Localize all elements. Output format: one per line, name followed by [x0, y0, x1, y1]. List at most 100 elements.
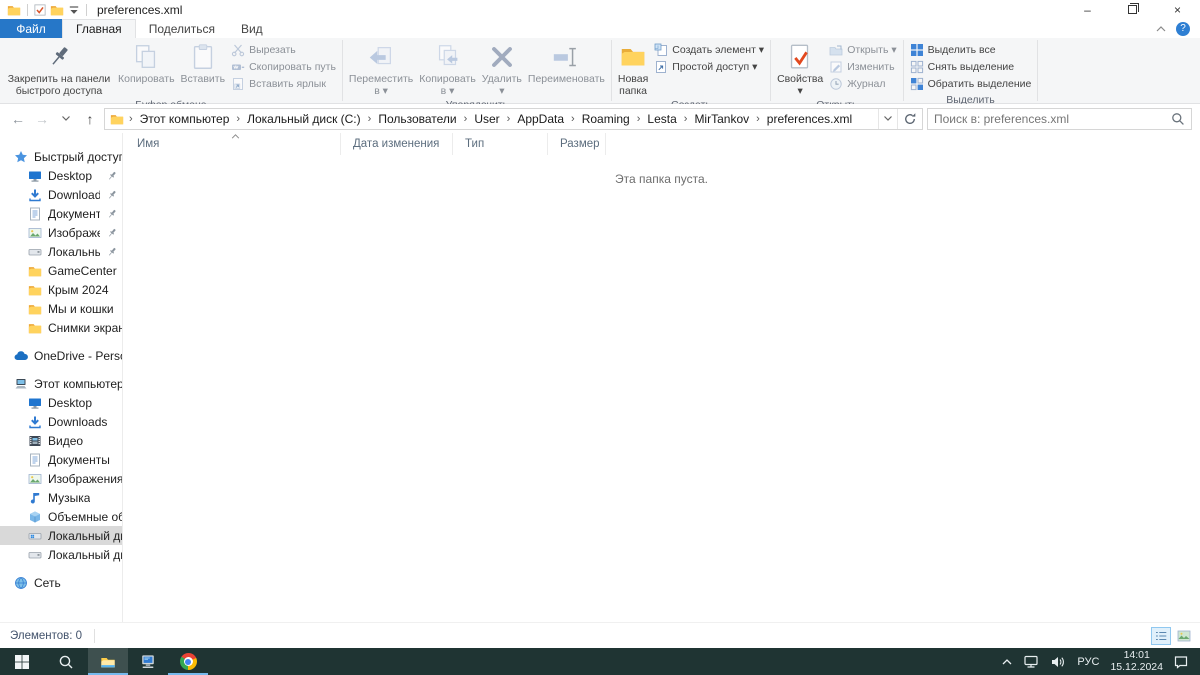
- close-button[interactable]: ×: [1155, 0, 1200, 19]
- ribbon-button-paste[interactable]: Вставить: [178, 41, 229, 87]
- ribbon-button-history[interactable]: Журнал: [829, 77, 896, 91]
- forward-button[interactable]: →: [30, 111, 54, 127]
- taskbar-search-button[interactable]: [44, 648, 88, 675]
- search-input[interactable]: [934, 111, 1171, 126]
- breadcrumb-item[interactable]: User: [472, 112, 501, 126]
- ribbon-button-newitem[interactable]: Создать элемент ▾: [654, 43, 764, 57]
- sidebar-item-Локальный диск (E:)[interactable]: Локальный диск (E:): [0, 545, 122, 564]
- breadcrumb-item[interactable]: Пользователи: [376, 112, 458, 126]
- ribbon-button-copy[interactable]: Копировать: [115, 41, 178, 87]
- sidebar-item-Документы[interactable]: Документы: [0, 450, 122, 469]
- column-header-label: Имя: [137, 138, 160, 150]
- refresh-icon[interactable]: [897, 108, 922, 129]
- sidebar-item-GameCenter[interactable]: GameCenter: [0, 261, 122, 280]
- ribbon-button-easyaccess[interactable]: Простой доступ ▾: [654, 60, 764, 74]
- ribbon-button-shortcut[interactable]: Вставить ярлык: [231, 77, 336, 91]
- qat-newfolder-button[interactable]: [48, 3, 66, 17]
- taskbar-gamecenter-button[interactable]: [128, 648, 168, 675]
- collapse-ribbon-icon[interactable]: [1156, 25, 1166, 32]
- sidebar-section-Этот компьютер[interactable]: Этот компьютер: [0, 374, 122, 393]
- sidebar-item-Downloads[interactable]: Downloads: [0, 185, 122, 204]
- column-header-3[interactable]: Размер: [548, 133, 606, 155]
- ribbon-button-delete[interactable]: Удалить ▾: [479, 41, 525, 98]
- address-box[interactable]: › Этот компьютер › Локальный диск (C:) › Поль…: [104, 107, 923, 130]
- system-tray: РУС 14:01 15.12.2024: [1002, 648, 1200, 675]
- sidebar-item-label: Объемные объекты: [48, 509, 122, 524]
- taskbar-start-button[interactable]: [0, 648, 44, 675]
- ribbon-button-label: Новая папка: [617, 73, 649, 97]
- taskbar-explorer-button[interactable]: [88, 648, 128, 675]
- address-dropdown-icon[interactable]: [878, 108, 897, 129]
- doc-icon: [28, 453, 42, 467]
- sidebar-item-Локальный диск (C:)[interactable]: Локальный диск (C:): [0, 242, 122, 261]
- sidebar-item-Снимки экрана[interactable]: Снимки экрана: [0, 318, 122, 337]
- breadcrumb-chevron-icon: ›: [506, 112, 511, 125]
- show-hidden-icons-icon[interactable]: [1002, 658, 1012, 665]
- taskbar-chrome-button[interactable]: [168, 648, 208, 675]
- tab-home[interactable]: Главная: [62, 19, 136, 38]
- sidebar-section-Быстрый доступ[interactable]: Быстрый доступ: [0, 147, 122, 166]
- sidebar-item-Изображения[interactable]: Изображения: [0, 223, 122, 242]
- ribbon-button-select-none[interactable]: Снять выделение: [910, 60, 1032, 74]
- clock[interactable]: 14:01 15.12.2024: [1110, 649, 1163, 673]
- column-header-0[interactable]: Имя: [135, 133, 341, 155]
- sidebar-item-Desktop[interactable]: Desktop: [0, 166, 122, 185]
- content-area: Быстрый доступ Desktop Downloads Документы И…: [0, 133, 1200, 622]
- sidebar-item-Desktop[interactable]: Desktop: [0, 393, 122, 412]
- ribbon-button-copyto[interactable]: Копировать в ▾: [416, 41, 479, 98]
- network-icon[interactable]: [1023, 654, 1039, 670]
- sidebar-item-Объемные объекты[interactable]: Объемные объекты: [0, 507, 122, 526]
- sidebar-item-Музыка[interactable]: Музыка: [0, 488, 122, 507]
- ribbon-button-select-invert[interactable]: Обратить выделение: [910, 77, 1031, 91]
- breadcrumb-item[interactable]: Локальный диск (C:): [245, 112, 363, 126]
- ribbon-button-edit[interactable]: Изменить: [829, 60, 896, 74]
- sidebar-item-Видео[interactable]: Видео: [0, 431, 122, 450]
- sidebar-item-Мы и кошки[interactable]: Мы и кошки: [0, 299, 122, 318]
- column-header-2[interactable]: Тип: [453, 133, 548, 155]
- up-button[interactable]: ↑: [78, 111, 102, 127]
- sidebar-item-Локальный диск (C:)[interactable]: Локальный диск (C:): [0, 526, 122, 545]
- restore-button[interactable]: [1110, 0, 1155, 19]
- copy-icon: [131, 42, 161, 72]
- tab-file[interactable]: Файл: [0, 19, 62, 38]
- breadcrumb-item[interactable]: Этот компьютер: [138, 112, 232, 126]
- breadcrumb-item[interactable]: Roaming: [580, 112, 632, 126]
- ribbon-button-pin[interactable]: Закрепить на панели быстрого доступа: [3, 41, 115, 98]
- ribbon-button-move[interactable]: Переместить в ▾: [346, 41, 416, 98]
- thumbnails-view-button[interactable]: [1174, 627, 1194, 645]
- sidebar-item-Крым 2024[interactable]: Крым 2024: [0, 280, 122, 299]
- breadcrumb-item[interactable]: preferences.xml: [765, 112, 854, 126]
- back-button[interactable]: ←: [6, 111, 30, 127]
- breadcrumb-item[interactable]: Lesta: [645, 112, 678, 126]
- breadcrumb-item[interactable]: MirTankov: [692, 112, 751, 126]
- tab-share[interactable]: Поделиться: [136, 19, 228, 38]
- breadcrumb-item[interactable]: AppData: [515, 112, 566, 126]
- sidebar-item-Downloads[interactable]: Downloads: [0, 412, 122, 431]
- minimize-button[interactable]: –: [1065, 0, 1110, 19]
- sidebar-item-Изображения[interactable]: Изображения: [0, 469, 122, 488]
- recent-locations-icon[interactable]: [54, 116, 78, 121]
- qat-customize-button[interactable]: [66, 4, 82, 16]
- ribbon-button-newfolder[interactable]: Новая папка: [615, 41, 651, 98]
- cut-icon: [231, 43, 245, 57]
- ribbon-button-open[interactable]: Открыть ▾: [829, 43, 897, 57]
- pin-icon: [106, 189, 118, 201]
- ribbon-button-rename[interactable]: Переименовать: [525, 41, 608, 87]
- volume-icon[interactable]: [1050, 654, 1066, 670]
- language-indicator[interactable]: РУС: [1077, 656, 1099, 668]
- help-icon[interactable]: ?: [1176, 21, 1190, 36]
- ribbon-button-cut[interactable]: Вырезать: [231, 43, 336, 57]
- tab-view[interactable]: Вид: [228, 19, 276, 38]
- action-center-icon[interactable]: [1174, 655, 1188, 669]
- sidebar-section-OneDrive - Personal[interactable]: OneDrive - Personal: [0, 346, 122, 365]
- winlogo-icon: [14, 654, 30, 670]
- ribbon-button-select-all[interactable]: Выделить все: [910, 43, 1032, 57]
- sidebar-item-Документы[interactable]: Документы: [0, 204, 122, 223]
- qat-properties-button[interactable]: [32, 3, 48, 16]
- ribbon-button-properties[interactable]: Свойства ▾: [774, 41, 826, 98]
- sidebar-section-Сеть[interactable]: Сеть: [0, 573, 122, 592]
- history-icon: [829, 77, 843, 91]
- column-header-1[interactable]: Дата изменения: [341, 133, 453, 155]
- ribbon-button-copypath[interactable]: Скопировать путь: [231, 60, 336, 74]
- details-view-button[interactable]: [1151, 626, 1171, 645]
